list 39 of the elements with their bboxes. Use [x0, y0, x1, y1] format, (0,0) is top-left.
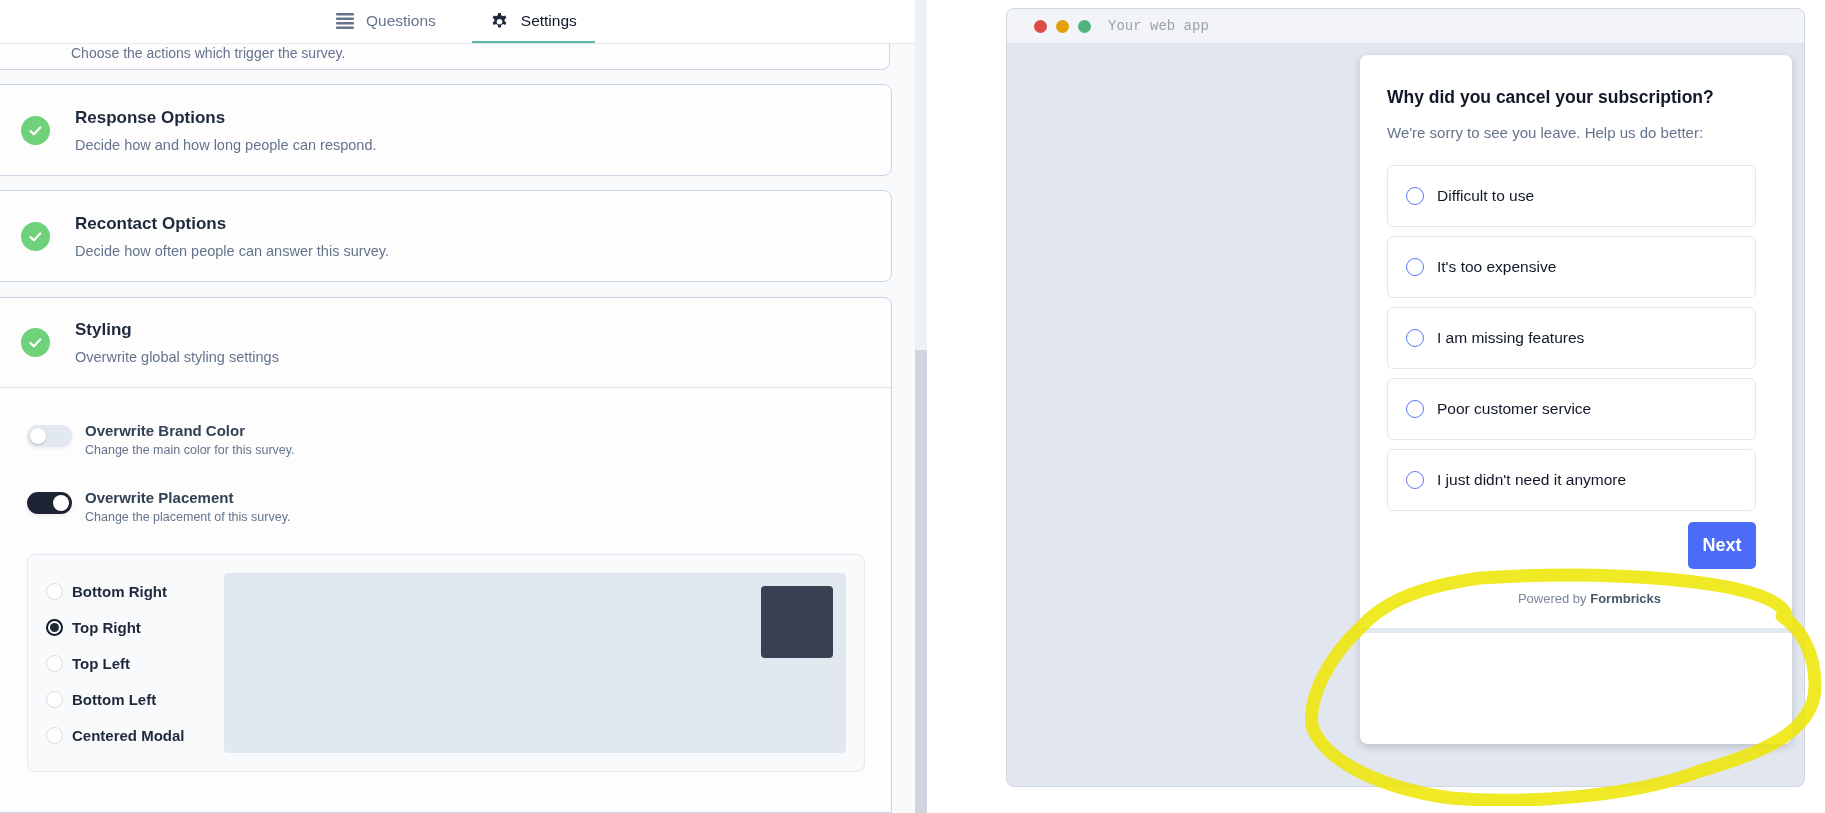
- maximize-dot: [1078, 19, 1091, 33]
- survey-question: Why did you cancel your subscription?: [1387, 87, 1715, 108]
- radio-option[interactable]: Bottom Left: [46, 690, 192, 709]
- choice-option[interactable]: Poor customer service: [1387, 378, 1756, 440]
- toggle-description: Change the placement of this survey.: [85, 510, 291, 524]
- section-title: Response Options: [75, 107, 227, 128]
- survey-subtitle: We're sorry to see you leave. Help us do better:: [1387, 124, 1705, 141]
- minimize-dot: [1056, 19, 1069, 33]
- choice-option[interactable]: It's too expensive: [1387, 236, 1756, 298]
- section-header[interactable]: Recontact Options Decide how often people can answer this survey.: [1, 191, 891, 281]
- radio-option[interactable]: Bottom Right: [46, 582, 192, 601]
- section-title: Recontact Options: [75, 213, 228, 234]
- list-icon: [336, 12, 354, 29]
- scrollbar-thumb[interactable]: [915, 350, 927, 813]
- tab[interactable]: Questions: [322, 0, 450, 43]
- toggle-description: Change the main color for this survey.: [85, 443, 295, 457]
- section-description: Overwrite global styling settings: [75, 349, 279, 365]
- powered-by-text: Powered by Formbricks: [1516, 591, 1663, 606]
- next-button[interactable]: Next: [1688, 522, 1756, 569]
- choice-option[interactable]: Difficult to use: [1387, 165, 1756, 227]
- section-header[interactable]: Styling Overwrite global styling settings: [1, 298, 891, 388]
- toggle-label: Overwrite Brand Color: [85, 422, 247, 439]
- toggle-switch[interactable]: [27, 425, 72, 447]
- card-description: Choose the actions which trigger the survey.: [70, 44, 347, 61]
- section-header[interactable]: Response Options Decide how and how long people can respond.: [1, 85, 891, 175]
- section-description: Decide how often people can answer this survey.: [75, 242, 390, 259]
- section-title: Styling: [75, 320, 133, 340]
- toggle-label: Overwrite Placement: [85, 489, 235, 506]
- toggle-switch[interactable]: [27, 492, 72, 514]
- radio-option[interactable]: Top Left: [46, 654, 192, 673]
- choice-option[interactable]: I just didn't need it anymore: [1387, 449, 1756, 511]
- window-title: Your web app: [1108, 18, 1209, 34]
- radio-button[interactable]: [46, 619, 63, 636]
- choice-option[interactable]: I am missing features: [1387, 307, 1756, 369]
- close-dot: [1034, 19, 1047, 33]
- radio-option[interactable]: Top Right: [46, 618, 192, 637]
- radio-option[interactable]: Centered Modal: [46, 726, 192, 745]
- survey-placeholder: [761, 586, 833, 658]
- section-description: Decide how and how long people can respond.: [75, 136, 377, 153]
